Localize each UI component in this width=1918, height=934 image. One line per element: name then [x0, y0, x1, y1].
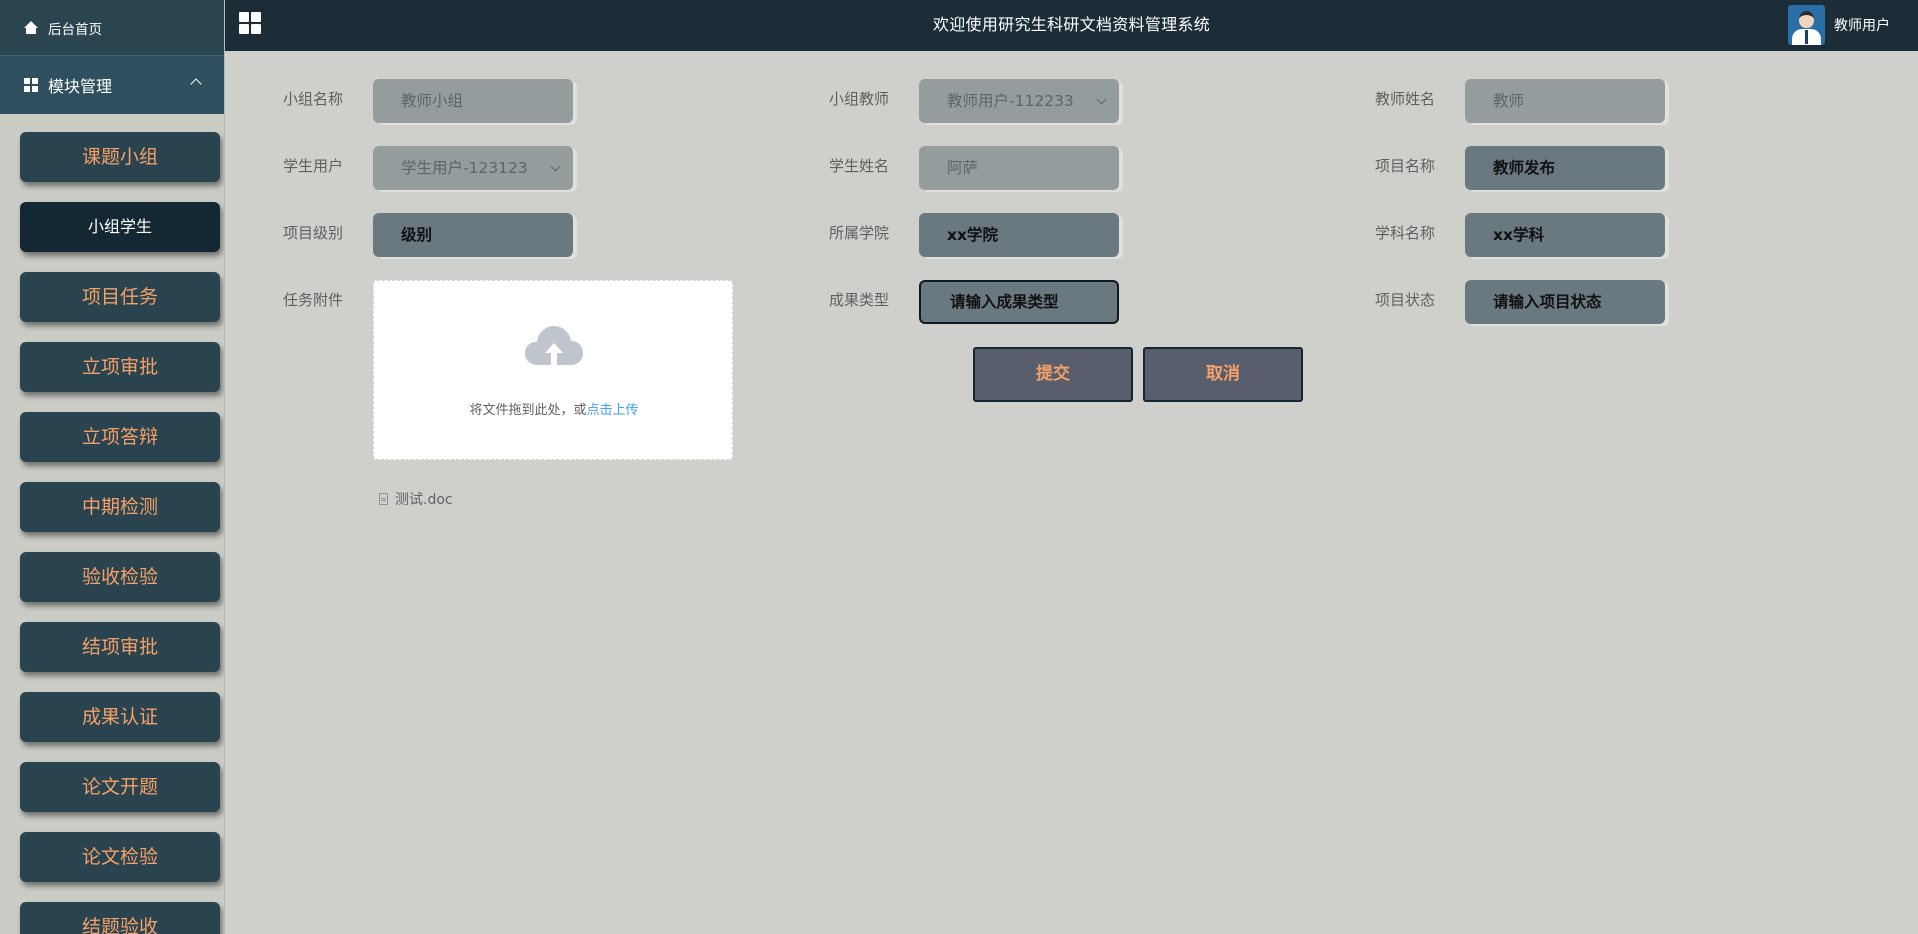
- group-name-label: 小组名称: [283, 90, 344, 108]
- sidebar-module-label: 模块管理: [48, 77, 113, 96]
- uploaded-file-item[interactable]: 测试.doc: [379, 489, 453, 509]
- sidebar-item-thesis-proposal[interactable]: 论文开题: [20, 762, 220, 812]
- project-status-input[interactable]: 请输入项目状态: [1465, 280, 1665, 324]
- project-level-label: 项目级别: [283, 224, 344, 242]
- sidebar-item-thesis-check[interactable]: 论文检验: [20, 832, 220, 882]
- upload-click-link[interactable]: 点击上传: [587, 403, 639, 418]
- cancel-button[interactable]: 取消: [1143, 347, 1303, 402]
- result-type-label: 成果类型: [829, 291, 890, 309]
- main-form: 小组名称 教师小组 小组教师 教师用户-112233 教师姓名 教师 学生用户 …: [225, 51, 1918, 934]
- sidebar-item-result-certification[interactable]: 成果认证: [20, 692, 220, 742]
- sidebar-item-project-defense[interactable]: 立项答辩: [20, 412, 220, 462]
- sidebar-module-toggle[interactable]: 模块管理: [0, 55, 224, 114]
- sidebar-item-project-approval[interactable]: 立项审批: [20, 342, 220, 392]
- project-name-label: 项目名称: [1375, 157, 1436, 175]
- sidebar-item-topic-group[interactable]: 课题小组: [20, 132, 220, 182]
- home-icon: [24, 20, 38, 35]
- upload-drop-text: 将文件拖到此处，或: [469, 403, 587, 418]
- college-label: 所属学院: [829, 224, 890, 242]
- project-level-input[interactable]: 级别: [373, 213, 573, 257]
- teacher-name-label: 教师姓名: [1375, 90, 1436, 108]
- top-header: 欢迎使用研究生科研文档资料管理系统 教师用户: [225, 0, 1918, 51]
- student-user-select: 学生用户-123123: [373, 146, 573, 190]
- project-name-input[interactable]: 教师发布: [1465, 146, 1665, 190]
- avatar: [1788, 5, 1825, 45]
- sidebar-item-project-tasks[interactable]: 项目任务: [20, 272, 220, 322]
- college-input[interactable]: xx学院: [919, 213, 1119, 257]
- submit-button[interactable]: 提交: [973, 347, 1133, 402]
- document-icon: [379, 493, 388, 505]
- sidebar-item-midterm-check[interactable]: 中期检测: [20, 482, 220, 532]
- upload-hint: 将文件拖到此处，或点击上传: [374, 399, 734, 418]
- username: 教师用户: [1834, 18, 1890, 34]
- sidebar: 后台首页 模块管理 课题小组 小组学生 项目任务 立项审批 立项答辩 中期检测 …: [0, 0, 225, 934]
- uploaded-file-name: 测试.doc: [395, 492, 453, 508]
- page-title: 欢迎使用研究生科研文档资料管理系统: [932, 15, 1211, 34]
- sidebar-home-label: 后台首页: [48, 21, 102, 38]
- sidebar-item-closing-approval[interactable]: 结项审批: [20, 622, 220, 672]
- module-grid-icon: [24, 78, 38, 92]
- sidebar-menu: 课题小组 小组学生 项目任务 立项审批 立项答辩 中期检测 验收检验 结项审批 …: [20, 132, 220, 934]
- student-name-label: 学生姓名: [829, 157, 890, 175]
- sidebar-item-group-students[interactable]: 小组学生: [20, 202, 220, 252]
- chevron-up-icon: [190, 78, 202, 90]
- student-user-value: 学生用户-123123: [401, 159, 528, 177]
- result-type-input[interactable]: 请输入成果类型: [919, 280, 1119, 324]
- subject-name-input[interactable]: xx学科: [1465, 213, 1665, 257]
- sidebar-home-link[interactable]: 后台首页: [0, 0, 224, 55]
- sidebar-item-final-acceptance[interactable]: 结题验收: [20, 902, 220, 934]
- file-upload-dropzone[interactable]: 将文件拖到此处，或点击上传: [373, 280, 733, 460]
- student-user-label: 学生用户: [283, 157, 344, 175]
- user-menu[interactable]: 教师用户: [1788, 4, 1890, 46]
- cloud-upload-icon: [525, 326, 583, 365]
- attachment-label: 任务附件: [283, 291, 344, 309]
- group-teacher-value: 教师用户-112233: [947, 92, 1074, 110]
- group-name-input: 教师小组: [373, 79, 573, 123]
- sidebar-item-acceptance-check[interactable]: 验收检验: [20, 552, 220, 602]
- chevron-down-icon: [1096, 94, 1107, 105]
- student-name-input: 阿萨: [919, 146, 1119, 190]
- group-teacher-label: 小组教师: [829, 90, 890, 108]
- project-status-label: 项目状态: [1375, 291, 1436, 309]
- chevron-down-icon: [550, 161, 561, 172]
- subject-name-label: 学科名称: [1375, 224, 1436, 242]
- teacher-name-input: 教师: [1465, 79, 1665, 123]
- group-teacher-select: 教师用户-112233: [919, 79, 1119, 123]
